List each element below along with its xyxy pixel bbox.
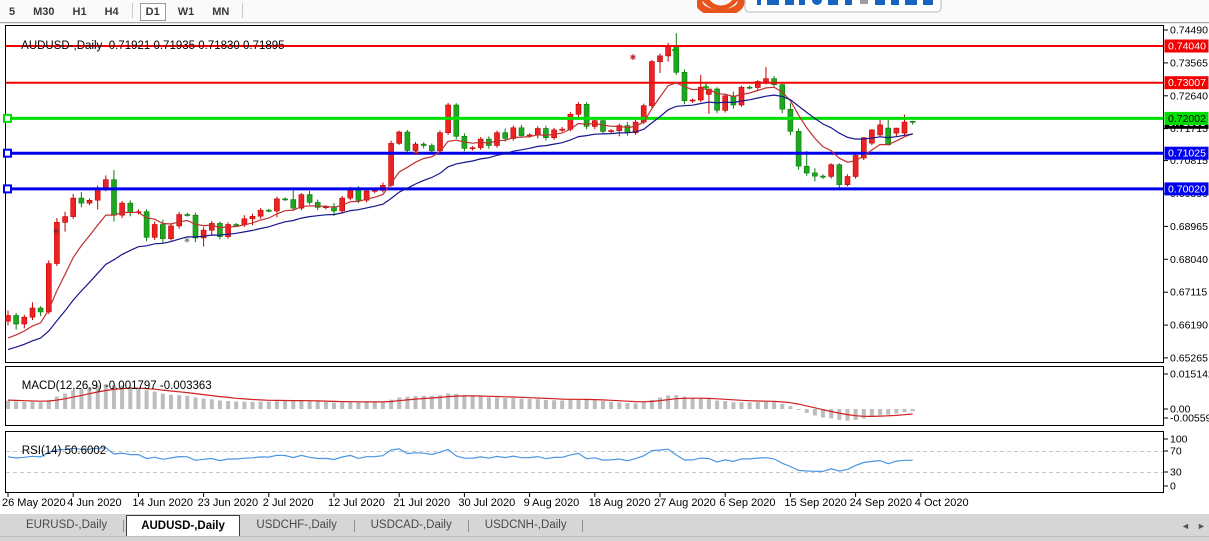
rsi-indicator-label: RSI(14) 50.6002 (9, 433, 106, 469)
svg-text:6 Sep 2020: 6 Sep 2020 (719, 497, 775, 509)
svg-text:26 May 2020: 26 May 2020 (2, 497, 66, 509)
chart-canvas[interactable]: ✳✳✚✱✱✚✚0.744900.735650.726400.717150.708… (0, 0, 1209, 541)
svg-text:0.70020: 0.70020 (1168, 183, 1206, 195)
symbol-period-label: AUDUSD-,Daily (21, 40, 102, 52)
tab-separator (123, 520, 124, 532)
annotation-marker: ✚ (413, 149, 419, 157)
svg-text:27 Aug 2020: 27 Aug 2020 (654, 497, 716, 509)
main-chart-panel[interactable] (6, 26, 1164, 363)
svg-text:9 Aug 2020: 9 Aug 2020 (524, 497, 580, 509)
svg-text:21 Jul 2020: 21 Jul 2020 (393, 497, 450, 509)
tab-separator (468, 520, 469, 532)
chart-title: AUDUSD-,Daily 0.71921 0.71935 0.71830 0.… (9, 28, 285, 64)
svg-text:70: 70 (1170, 446, 1182, 458)
svg-text:0.73007: 0.73007 (1168, 77, 1206, 89)
svg-text:100: 100 (1170, 434, 1188, 446)
svg-text:0.68965: 0.68965 (1170, 221, 1208, 233)
level-price-badge: 0.74040 (1165, 40, 1209, 53)
level-price-badge: 0.73007 (1165, 76, 1209, 89)
chevron-left-icon[interactable]: ◄ (1181, 521, 1190, 531)
svg-text:0.74040: 0.74040 (1168, 41, 1206, 53)
level-price-badge: 0.71025 (1165, 147, 1209, 160)
svg-text:23 Jun 2020: 23 Jun 2020 (198, 497, 259, 509)
svg-text:15 Sep 2020: 15 Sep 2020 (784, 497, 846, 509)
svg-text:0.67115: 0.67115 (1170, 287, 1207, 299)
annotation-marker: ✱ (657, 53, 664, 62)
svg-text:24 Sep 2020: 24 Sep 2020 (850, 497, 912, 509)
tab-usdcad[interactable]: USDCAD-,Daily (357, 516, 466, 535)
svg-text:14 Jun 2020: 14 Jun 2020 (132, 497, 193, 509)
tab-usdchf[interactable]: USDCHF-,Daily (242, 516, 351, 535)
trading-app-window: 5M30H1H4D1W1MN ✳✳✚✱✱✚✚0.744900.735650.72… (0, 0, 1209, 541)
svg-text:0.66190: 0.66190 (1170, 320, 1208, 332)
price-axis: 0.744900.735650.726400.717150.708150.698… (1164, 25, 1209, 365)
macd-main-value: -0.001797 (105, 380, 157, 392)
svg-text:0.73565: 0.73565 (1170, 57, 1208, 69)
annotation-marker: ✳ (53, 227, 60, 236)
svg-text:0.71025: 0.71025 (1168, 148, 1206, 160)
svg-text:30 Jul 2020: 30 Jul 2020 (458, 497, 515, 509)
chevron-right-icon[interactable]: ► (1197, 521, 1206, 531)
ohlc-readout: 0.71921 0.71935 0.71830 0.71895 (109, 40, 285, 52)
tab-audusd[interactable]: AUDUSD-,Daily (126, 515, 240, 537)
svg-text:0.015142: 0.015142 (1170, 369, 1209, 381)
window-bottom-strip (0, 536, 1209, 541)
rsi-axis: 10070 30 0 (1164, 434, 1188, 493)
macd-axis: 0.0151420.00-0.005595 (1164, 369, 1209, 425)
svg-text:4 Jun 2020: 4 Jun 2020 (67, 497, 121, 509)
level-price-badge: 0.72002 (1165, 112, 1209, 125)
annotation-marker: ✱ (630, 53, 637, 62)
annotation-marker: ✚ (703, 83, 710, 92)
rsi-value: 50.6002 (65, 445, 107, 457)
svg-text:0.74490: 0.74490 (1170, 25, 1208, 37)
annotation-marker: ✳ (184, 236, 191, 245)
svg-text:0.72640: 0.72640 (1170, 90, 1208, 102)
svg-text:30: 30 (1170, 467, 1182, 479)
svg-text:0.68040: 0.68040 (1170, 254, 1208, 266)
svg-text:2 Jul 2020: 2 Jul 2020 (263, 497, 314, 509)
svg-text:0: 0 (1170, 481, 1176, 493)
rsi-panel[interactable] (6, 432, 1164, 493)
svg-text:0.72002: 0.72002 (1168, 113, 1206, 125)
annotation-marker: ✚ (672, 46, 679, 55)
svg-text:0.65265: 0.65265 (1170, 352, 1208, 364)
svg-text:18 Aug 2020: 18 Aug 2020 (589, 497, 651, 509)
level-price-badge: 0.70020 (1165, 182, 1209, 195)
svg-text:-0.005595: -0.005595 (1170, 413, 1209, 425)
tab-separator (582, 520, 583, 532)
date-axis: 26 May 20204 Jun 2020 14 Jun 2020 23 Jun 2… (2, 493, 969, 509)
tab-separator (354, 520, 355, 532)
tab-usdcnh[interactable]: USDCNH-,Daily (471, 516, 581, 535)
macd-signal-value: -0.003363 (160, 380, 212, 392)
svg-text:12 Jul 2020: 12 Jul 2020 (328, 497, 385, 509)
macd-indicator-label: MACD(12,26,9) -0.001797 -0.003363 (9, 368, 212, 404)
svg-text:4 Oct 2020: 4 Oct 2020 (915, 497, 969, 509)
tab-eurusd[interactable]: EURUSD-,Daily (12, 516, 121, 535)
